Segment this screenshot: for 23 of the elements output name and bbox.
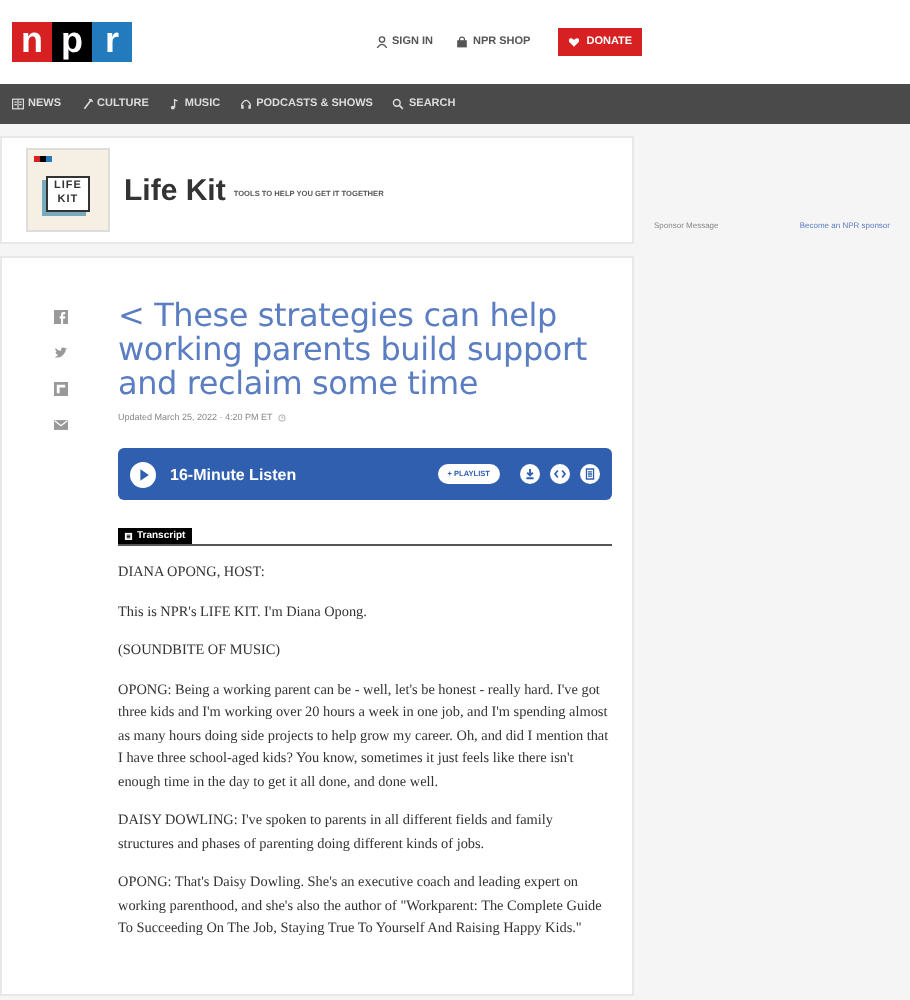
play-button[interactable] <box>130 461 156 487</box>
email-icon[interactable] <box>53 418 67 432</box>
code-icon[interactable] <box>550 464 570 484</box>
download-icon[interactable] <box>520 464 540 484</box>
newspaper-icon <box>12 98 24 110</box>
heart-icon <box>568 36 581 48</box>
search-icon <box>392 98 405 110</box>
twitter-icon[interactable] <box>53 346 67 360</box>
user-icon <box>376 36 388 48</box>
headphones-icon <box>240 98 253 110</box>
flipboard-icon[interactable] <box>53 382 67 396</box>
show-title[interactable]: Life Kit <box>124 173 226 207</box>
brush-icon <box>81 98 93 110</box>
music-note-icon <box>168 98 181 110</box>
article-title: < These strategies can help working parents build support and reclaim some time <box>118 298 589 400</box>
npr-logo[interactable]: n p r <box>12 22 132 62</box>
npr-badge-icon <box>34 156 52 162</box>
listen-duration: 16-Minute Listen <box>170 465 299 483</box>
bag-icon <box>456 36 469 48</box>
transcript-icon <box>124 531 133 541</box>
clock-icon <box>278 413 287 421</box>
facebook-icon[interactable] <box>53 310 67 324</box>
document-icon[interactable] <box>580 464 600 484</box>
